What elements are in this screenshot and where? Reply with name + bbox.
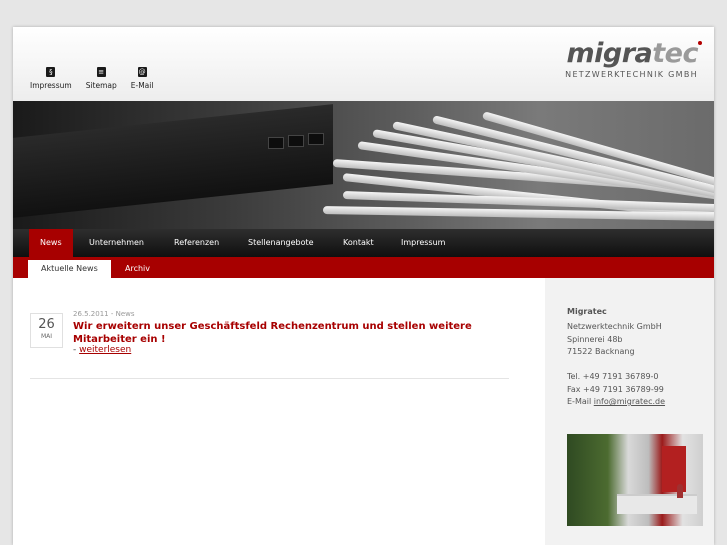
read-more-link[interactable]: weiterlesen [79,345,131,355]
header-banner-image [13,101,714,229]
main-content: 26 MAI 26.5.2011 - News Wir erweitern un… [13,278,545,545]
switch-port [288,135,304,147]
sub-nav: Aktuelle News Archiv [13,257,714,278]
logo-part-tec: tec [652,38,698,69]
sidebar-phone: Tel. +49 7191 36789-0 [567,372,659,381]
sidebar-company-name: Migratec [567,307,607,316]
nav-item-impressum[interactable]: Impressum [401,229,445,257]
news-date-day: 26 [38,317,55,332]
sidebar-line: 71522 Backnang [567,347,635,356]
news-read-more: - weiterlesen [73,345,131,355]
news-meta: 26.5.2011 - News [73,310,135,318]
network-switch-graphic [13,104,333,218]
sidebar-email-link[interactable]: info@migratec.de [594,397,665,406]
logo-part-migra: migra [566,38,653,69]
nav-item-stellenangebote[interactable]: Stellenangebote [248,229,314,257]
header: § Impressum ≡ Sitemap @ E-Mail migratec … [13,27,714,101]
tab-aktuelle-news[interactable]: Aktuelle News [28,260,111,278]
tab-archiv[interactable]: Archiv [125,260,150,278]
nav-item-unternehmen[interactable]: Unternehmen [89,229,144,257]
email-link[interactable]: @ E-Mail [130,67,154,90]
office-photo-counter [617,494,697,514]
sidebar-line: Netzwerktechnik GmbH [567,322,662,331]
logo-wordmark: migratec [565,38,702,69]
page: § Impressum ≡ Sitemap @ E-Mail migratec … [13,27,714,545]
logo[interactable]: migratec NETZWERKTECHNIK GMBH [565,38,702,79]
switch-port [268,137,284,149]
office-photo-person [677,484,683,498]
sidebar-email-label: E-Mail [567,397,594,406]
sitemap-icon: ≡ [96,67,106,77]
main-nav: News Unternehmen Referenzen Stellenangeb… [13,229,714,257]
nav-item-referenzen[interactable]: Referenzen [174,229,219,257]
impressum-link[interactable]: § Impressum [30,67,72,90]
news-date-badge: 26 MAI [30,313,63,348]
office-photo [567,434,703,526]
sidebar-line [567,359,665,372]
sitemap-link[interactable]: ≡ Sitemap [86,67,117,90]
logo-dot-icon [698,41,702,45]
sidebar-email-row: E-Mail info@migratec.de [567,396,665,409]
sidebar-fax: Fax +49 7191 36789-99 [567,384,664,394]
sidebar: Migratec Netzwerktechnik GmbH Spinnerei … [545,278,714,545]
email-link-label: E-Mail [130,81,154,90]
paragraph-icon: § [46,67,56,77]
news-divider [30,378,509,379]
sitemap-link-label: Sitemap [85,81,117,90]
nav-item-news[interactable]: News [29,229,73,257]
logo-subtitle: NETZWERKTECHNIK GMBH [565,70,698,79]
news-date-month: MAI [40,333,53,340]
sidebar-contact: Netzwerktechnik GmbH Spinnerei 48b 71522… [567,321,665,409]
nav-item-kontakt[interactable]: Kontakt [343,229,374,257]
news-title[interactable]: Wir erweitern unser Geschäftsfeld Rechen… [73,320,473,346]
impressum-link-label: Impressum [30,81,72,90]
top-links: § Impressum ≡ Sitemap @ E-Mail [30,67,153,90]
sidebar-line: Spinnerei 48b [567,334,623,344]
email-icon: @ [137,67,147,77]
switch-port [308,133,324,145]
